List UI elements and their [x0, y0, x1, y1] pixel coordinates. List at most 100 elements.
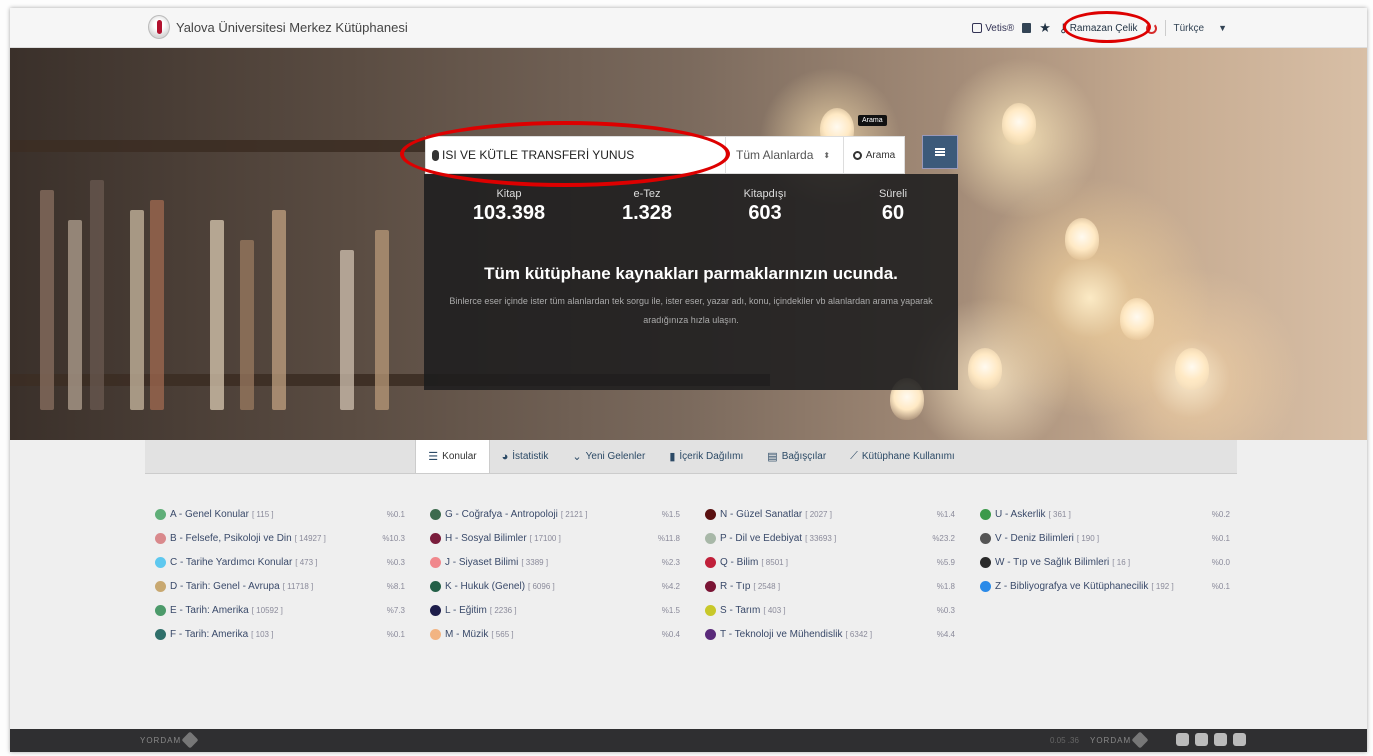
tab-yeni-gelenler[interactable]: ⌄ Yeni Gelenler: [560, 440, 657, 473]
topic-item[interactable]: A - Genel Konular[ 115 ] %0.1: [155, 502, 405, 526]
favorites-button[interactable]: ★: [1039, 20, 1051, 36]
book-decoration: [210, 220, 224, 410]
tab-kutuphane-kullanimi[interactable]: ⟋ Kütüphane Kullanımı: [838, 440, 967, 473]
topic-name: D - Tarih: Genel - Avrupa: [170, 580, 280, 592]
topic-name: Z - Bibliyografya ve Kütüphanecilik: [995, 580, 1149, 592]
tab-label: Yeni Gelenler: [585, 451, 646, 462]
topic-count: [ 6096 ]: [528, 581, 555, 591]
topic-item[interactable]: P - Dil ve Edebiyat[ 33693 ] %23.2: [705, 526, 955, 550]
social-links: [1176, 733, 1252, 746]
topic-color-dot: [705, 628, 716, 640]
topic-count: [ 190 ]: [1076, 533, 1100, 543]
topic-name: A - Genel Konular: [170, 508, 249, 520]
topic-item[interactable]: J - Siyaset Bilimi[ 3389 ] %2.3: [430, 550, 680, 574]
topic-item[interactable]: G - Coğrafya - Antropoloji[ 2121 ] %1.5: [430, 502, 680, 526]
page-footer: YORDAM 0.05 .36 YORDAM: [10, 729, 1367, 752]
book-decoration: [130, 210, 144, 410]
vetis-link[interactable]: Vetis®: [972, 23, 1014, 34]
topic-item[interactable]: K - Hukuk (Genel)[ 6096 ] %4.2: [430, 574, 680, 598]
topic-count: [ 115 ]: [251, 509, 274, 519]
topic-count: [ 33693 ]: [805, 533, 837, 543]
topic-item[interactable]: E - Tarih: Amerika[ 10592 ] %7.3: [155, 598, 405, 622]
topic-count: [ 6342 ]: [845, 629, 873, 639]
yordam-logo-icon: [181, 731, 199, 749]
search-button-label: Arama: [865, 149, 896, 161]
tab-bagiscilar[interactable]: ▤ Bağışçılar: [755, 440, 838, 473]
divider: [1164, 20, 1166, 36]
topic-percent: %0.2: [1211, 509, 1230, 519]
topic-name: U - Askerlik: [995, 508, 1046, 520]
topic-percent: %1.4: [936, 509, 955, 519]
topic-item[interactable]: T - Teknoloji ve Mühendislik[ 6342 ] %4.4: [705, 622, 955, 646]
topic-color-dot: [430, 580, 441, 592]
search-button[interactable]: Arama: [844, 137, 904, 173]
topic-item[interactable]: W - Tıp ve Sağlık Bilimleri[ 16 ] %0.0: [980, 550, 1230, 574]
stat-label: Süreli: [878, 188, 908, 200]
topic-count: [ 2121 ]: [560, 509, 588, 519]
topic-item[interactable]: V - Deniz Bilimleri[ 190 ] %0.1: [980, 526, 1230, 550]
university-logo[interactable]: [148, 15, 170, 39]
twitter-icon[interactable]: [1195, 733, 1208, 746]
language-selector[interactable]: Türkçe ▼: [1174, 23, 1367, 34]
tab-label: İstatistik: [512, 451, 549, 462]
topic-item[interactable]: M - Müzik[ 565 ] %0.4: [430, 622, 680, 646]
topic-item[interactable]: L - Eğitim[ 2236 ] %1.5: [430, 598, 680, 622]
instagram-icon[interactable]: [1214, 733, 1227, 746]
topic-count: [ 565 ]: [491, 629, 514, 639]
footer-brand-right[interactable]: YORDAM: [1090, 731, 1149, 749]
topic-name: G - Coğrafya - Antropoloji: [445, 508, 558, 520]
topic-item[interactable]: C - Tarihe Yardımcı Konular[ 473 ] %0.3: [155, 550, 405, 574]
calendar-icon: [1022, 23, 1032, 33]
topic-item[interactable]: S - Tarım[ 403 ] %0.3: [705, 598, 955, 622]
tab-label: Konular: [442, 451, 477, 462]
topic-color-dot: [980, 580, 991, 592]
topic-item[interactable]: Z - Bibliyografya ve Kütüphanecilik[ 192…: [980, 574, 1230, 598]
stat-non-book: Kitapdışı 603: [720, 188, 810, 225]
topic-item[interactable]: B - Felsefe, Psikoloji ve Din[ 14927 ] %1…: [155, 526, 405, 550]
topic-percent: %11.8: [657, 533, 680, 543]
search-scope-label: Tüm Alanlarda: [736, 148, 814, 162]
topic-color-dot: [155, 580, 166, 592]
topic-count: [ 11718 ]: [282, 581, 314, 591]
stat-value: 603: [748, 202, 782, 224]
search-scope-select[interactable]: Tüm Alanlarda ⬍: [726, 137, 844, 173]
tab-konular[interactable]: ☰ Konular: [415, 440, 490, 473]
footer-brand-left[interactable]: YORDAM: [140, 731, 199, 749]
book-decoration: [150, 200, 164, 410]
advanced-search-button[interactable]: [922, 135, 958, 169]
topic-color-dot: [430, 628, 441, 640]
topic-item[interactable]: F - Tarih: Amerika[ 103 ] %0.1: [155, 622, 405, 646]
calendar-button[interactable]: [1022, 23, 1032, 33]
select-arrows-icon: ⬍: [823, 150, 831, 160]
vetis-label: Vetis®: [985, 22, 1015, 34]
topic-count: [ 192 ]: [1151, 581, 1174, 591]
library-brand[interactable]: Yalova Üniversitesi Merkez Kütüphanesi: [176, 20, 408, 35]
tab-label: Bağışçılar: [781, 451, 827, 462]
topic-item[interactable]: R - Tıp[ 2548 ] %1.8: [705, 574, 955, 598]
topic-color-dot: [980, 508, 991, 520]
topic-color-dot: [980, 556, 991, 568]
stat-value: 103.398: [472, 202, 546, 224]
hero-description: Binlerce eser içinde ister tüm alanlarda…: [449, 296, 933, 325]
stat-value: 1.328: [621, 202, 673, 224]
topic-count: [ 2548 ]: [753, 581, 781, 591]
book-decoration: [240, 240, 254, 410]
tab-istatistik[interactable]: ◕ İstatistik: [490, 440, 561, 473]
tab-icerik-dagilimi[interactable]: ▮ İçerik Dağılımı: [657, 440, 755, 473]
topic-item[interactable]: U - Askerlik[ 361 ] %0.2: [980, 502, 1230, 526]
bulb-decoration: [1065, 218, 1099, 260]
topic-item[interactable]: N - Güzel Sanatlar[ 2027 ] %1.4: [705, 502, 955, 526]
yordam-logo-icon: [1131, 731, 1149, 749]
topic-item[interactable]: H - Sosyal Bilimler[ 17100 ] %11.8: [430, 526, 680, 550]
stat-label: Kitapdışı: [743, 188, 787, 200]
topic-item[interactable]: Q - Bilim[ 8501 ] %5.9: [705, 550, 955, 574]
book-decoration: [40, 190, 54, 410]
top-navbar: Yalova Üniversitesi Merkez Kütüphanesi V…: [10, 8, 1367, 48]
github-icon[interactable]: [1176, 733, 1189, 746]
topic-color-dot: [430, 556, 441, 568]
topic-item[interactable]: D - Tarih: Genel - Avrupa[ 11718 ] %8.1: [155, 574, 405, 598]
youtube-icon[interactable]: [1233, 733, 1246, 746]
topic-count: [ 17100 ]: [529, 533, 561, 543]
bar-chart-icon: ▮: [669, 451, 676, 463]
topic-color-dot: [705, 532, 716, 544]
